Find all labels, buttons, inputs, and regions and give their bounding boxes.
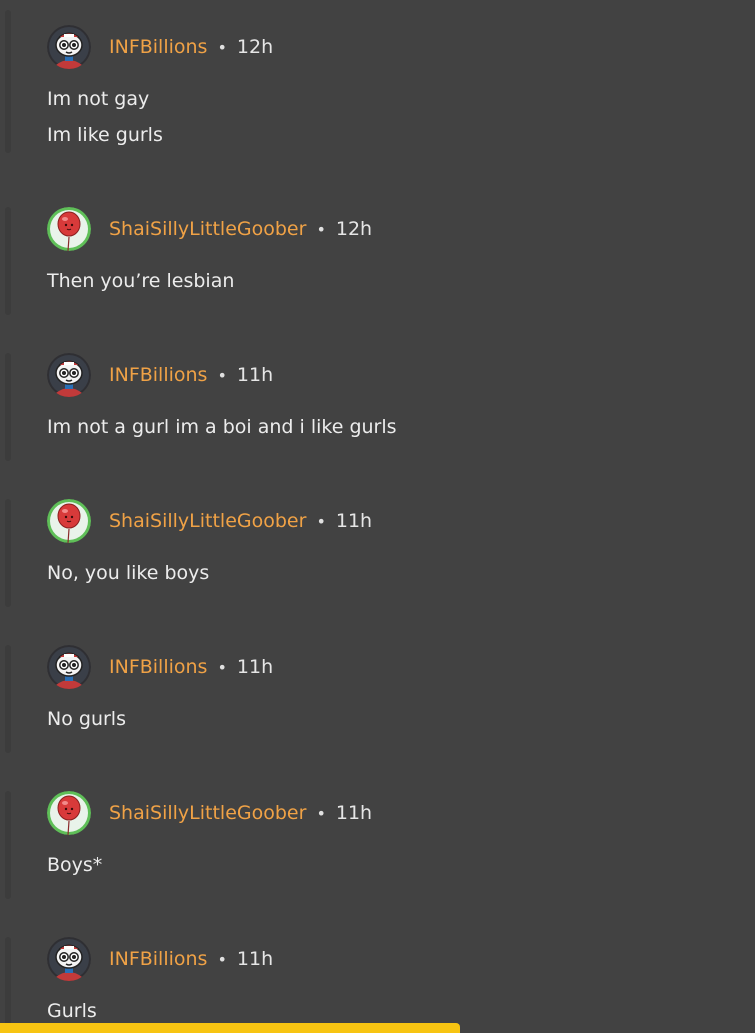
comment: INFBillions • 11h No gurls (0, 645, 755, 791)
username[interactable]: INFBillions (109, 364, 207, 386)
user-avatar[interactable] (47, 645, 91, 689)
balloon-icon (47, 207, 91, 251)
comment-thread: INFBillions • 12h Im not gay Im like gur… (0, 0, 755, 1033)
user-avatar[interactable] (47, 937, 91, 981)
thread-line[interactable] (5, 937, 11, 1033)
comment: INFBillions • 11h Gurls (0, 937, 755, 1033)
comment: ShaiSillyLittleGoober • 12h Then you’re … (0, 207, 755, 353)
thread-line[interactable] (5, 353, 11, 461)
username[interactable]: INFBillions (109, 656, 207, 678)
username[interactable]: INFBillions (109, 948, 207, 970)
comment-text-line: No, you like boys (47, 562, 210, 584)
comment-meta: ShaiSillyLittleGoober • 11h (109, 801, 372, 825)
thread-line[interactable] (5, 645, 11, 753)
comment-meta: INFBillions • 11h (109, 655, 273, 679)
comment-text-line: Im not gay (47, 88, 150, 110)
bottom-action-bar[interactable] (0, 1023, 460, 1033)
username[interactable]: INFBillions (109, 36, 207, 58)
username[interactable]: ShaiSillyLittleGoober (109, 802, 306, 824)
username[interactable]: ShaiSillyLittleGoober (109, 218, 306, 240)
balloon-icon (47, 791, 91, 835)
comment-meta: INFBillions • 11h (109, 947, 273, 971)
robot-icon (47, 25, 91, 69)
comment: INFBillions • 11h Im not a gurl im a boi… (0, 353, 755, 499)
user-avatar[interactable] (47, 25, 91, 69)
username[interactable]: ShaiSillyLittleGoober (109, 510, 306, 532)
comment-text-line: Boys* (47, 854, 103, 876)
timestamp: 11h (335, 510, 373, 532)
separator-dot: • (217, 949, 227, 969)
timestamp: 11h (236, 656, 274, 678)
comment-body: No gurls (47, 701, 126, 737)
timestamp: 11h (236, 948, 274, 970)
robot-icon (47, 353, 91, 397)
separator-dot: • (316, 511, 326, 531)
comment: INFBillions • 12h Im not gay Im like gur… (0, 10, 755, 171)
thread-line[interactable] (5, 207, 11, 315)
separator-dot: • (217, 37, 227, 57)
comment-body: Im not a gurl im a boi and i like gurls (47, 409, 397, 445)
robot-icon (47, 937, 91, 981)
timestamp: 11h (335, 802, 373, 824)
user-avatar[interactable] (47, 499, 91, 543)
comment-meta: INFBillions • 11h (109, 363, 273, 387)
robot-icon (47, 645, 91, 689)
user-avatar[interactable] (47, 353, 91, 397)
thread-line[interactable] (5, 791, 11, 899)
user-avatar[interactable] (47, 791, 91, 835)
user-avatar[interactable] (47, 207, 91, 251)
comment-text-line: No gurls (47, 708, 126, 730)
comment-meta: ShaiSillyLittleGoober • 12h (109, 217, 372, 241)
comment: ShaiSillyLittleGoober • 11h No, you like… (0, 499, 755, 645)
timestamp: 11h (236, 364, 274, 386)
timestamp: 12h (335, 218, 373, 240)
comment-body: Then you’re lesbian (47, 263, 234, 299)
comment-meta: INFBillions • 12h (109, 35, 273, 59)
separator-dot: • (217, 657, 227, 677)
thread-line[interactable] (5, 499, 11, 607)
comment-body: Im not gay Im like gurls (47, 81, 163, 153)
comment-text-line: Im not a gurl im a boi and i like gurls (47, 416, 397, 438)
comment-body: No, you like boys (47, 555, 209, 591)
comment-text-line: Im like gurls (47, 124, 163, 146)
separator-dot: • (316, 803, 326, 823)
balloon-icon (47, 499, 91, 543)
separator-dot: • (217, 365, 227, 385)
comment: ShaiSillyLittleGoober • 11h Boys* (0, 791, 755, 937)
comment-body: Boys* (47, 847, 102, 883)
comment-text-line: Then you’re lesbian (47, 270, 235, 292)
timestamp: 12h (236, 36, 274, 58)
thread-line[interactable] (5, 10, 11, 153)
separator-dot: • (316, 219, 326, 239)
comment-meta: ShaiSillyLittleGoober • 11h (109, 509, 372, 533)
